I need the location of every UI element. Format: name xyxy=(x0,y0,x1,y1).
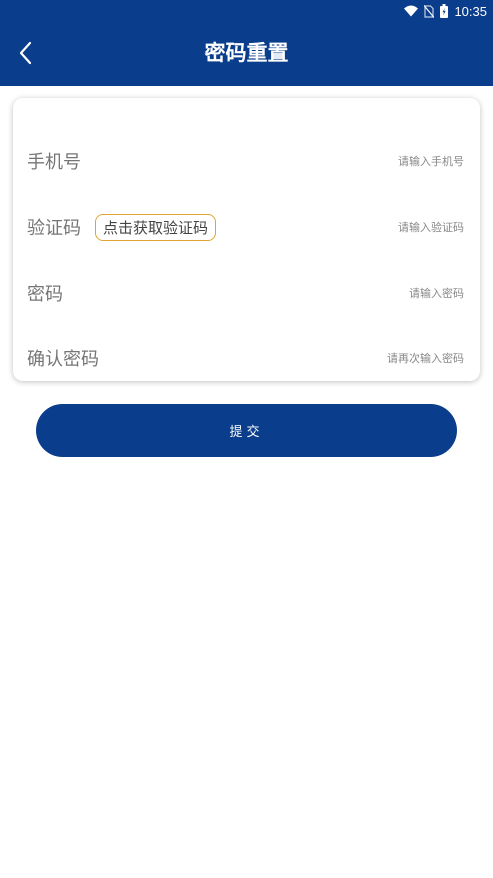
status-icons: 10:35 xyxy=(404,1,487,21)
code-label: 验证码 xyxy=(27,218,81,239)
confirm-password-label: 确认密码 xyxy=(27,349,99,370)
status-bar: 10:35 xyxy=(0,0,493,22)
page-title: 密码重置 xyxy=(204,41,289,65)
get-code-button[interactable]: 点击获取验证码 xyxy=(95,213,217,241)
phone-input[interactable] xyxy=(89,154,464,168)
submit-button[interactable]: 提交 xyxy=(36,404,457,457)
wifi-icon xyxy=(404,5,419,17)
password-input[interactable] xyxy=(71,286,464,300)
confirm-password-row: 确认密码 xyxy=(27,338,464,378)
password-row: 密码 xyxy=(27,273,464,313)
status-time: 10:35 xyxy=(454,3,487,19)
password-label: 密码 xyxy=(27,284,63,305)
battery-icon xyxy=(440,4,449,18)
no-sim-icon xyxy=(424,4,435,18)
code-input[interactable] xyxy=(224,220,464,234)
code-row: 验证码 点击获取验证码 xyxy=(27,207,464,247)
confirm-password-input[interactable] xyxy=(107,351,464,365)
phone-label: 手机号 xyxy=(27,152,81,173)
phone-row: 手机号 xyxy=(27,141,464,181)
reset-form-card: 手机号 验证码 点击获取验证码 密码 确认密码 xyxy=(13,98,480,381)
app-header: 10:35 密码重置 xyxy=(0,0,493,86)
